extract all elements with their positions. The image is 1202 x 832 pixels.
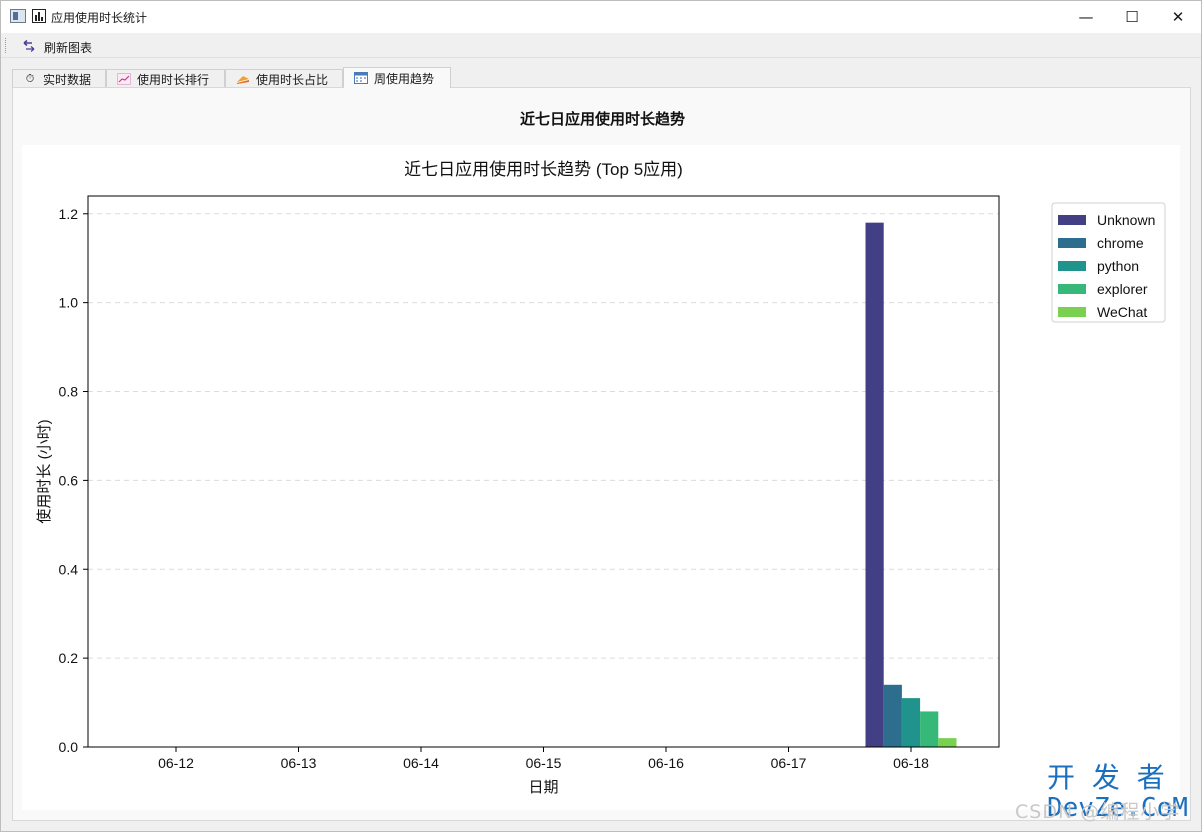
tab-label: 实时数据 (43, 72, 92, 87)
x-tick-label: 06-16 (648, 755, 684, 771)
legend-label-chrome: chrome (1097, 235, 1144, 251)
window-icon (10, 9, 26, 23)
minimize-button[interactable]: — (1063, 1, 1109, 33)
legend-label-explorer: explorer (1097, 281, 1148, 297)
tab-usage-share[interactable]: 使用时长占比 (225, 69, 343, 88)
x-axis-label: 日期 (528, 779, 558, 796)
panel-title: 近七日应用使用时长趋势 (519, 110, 685, 128)
plot-frame (87, 195, 1000, 748)
chart-title: 近七日应用使用时长趋势 (Top 5应用) (404, 159, 683, 179)
bar-chrome-06-18 (883, 684, 902, 747)
y-tick-label: 0.8 (59, 384, 79, 400)
bar-chart-icon (32, 9, 46, 23)
close-button[interactable]: ✕ (1155, 1, 1201, 33)
watermark-brand-top: 开 发 者 (1047, 761, 1165, 794)
legend-label-python: python (1097, 258, 1139, 274)
app-window: 应用使用时长统计 — ☐ ✕ 刷新图表 ⏱ 实时数据 使用时长排行 使用时长占比 (0, 0, 1202, 832)
legend-label-unknown: Unknown (1097, 212, 1155, 228)
x-tick-label: 06-13 (281, 755, 317, 771)
tab-realtime-data[interactable]: ⏱ 实时数据 (12, 69, 106, 88)
watermark-text: CSDN @编程小学 (1015, 801, 1181, 823)
window-title: 应用使用时长统计 (51, 11, 148, 25)
toolbar-grip-handle[interactable] (5, 38, 8, 53)
tab-weekly-trend[interactable]: 周使用趋势 (343, 67, 451, 88)
y-tick-label: 1.2 (59, 206, 79, 222)
bar-unknown-06-18 (865, 222, 884, 748)
line-chart-icon (117, 73, 131, 85)
title-bar[interactable]: 应用使用时长统计 — ☐ ✕ (1, 1, 1201, 33)
refresh-icon[interactable] (22, 39, 36, 53)
tab-label: 周使用趋势 (374, 71, 435, 86)
refresh-chart-button[interactable]: 刷新图表 (44, 39, 92, 56)
x-tick-label: 06-18 (893, 755, 929, 771)
legend-label-wechat: WeChat (1097, 304, 1147, 320)
y-tick-label: 0.6 (59, 472, 79, 488)
bar-explorer-06-18 (920, 711, 939, 747)
maximize-button[interactable]: ☐ (1109, 1, 1155, 33)
y-tick-label: 0.0 (59, 739, 79, 755)
x-tick-label: 06-15 (526, 755, 562, 771)
x-tick-label: 06-12 (158, 755, 194, 771)
legend-swatch-chrome (1058, 238, 1086, 248)
pie-chart-icon (236, 73, 250, 85)
legend-swatch-unknown (1058, 215, 1086, 225)
calendar-icon (354, 72, 368, 84)
toolbar (1, 33, 1201, 58)
y-tick-label: 1.0 (59, 295, 79, 311)
tab-label: 使用时长排行 (137, 72, 210, 87)
legend-swatch-wechat (1058, 307, 1086, 317)
tab-label: 使用时长占比 (256, 72, 329, 87)
stopwatch-icon: ⏱ (25, 72, 35, 85)
bar-wechat-06-18 (938, 738, 957, 747)
y-axis-label: 使用时长 (小时) (36, 419, 53, 523)
tab-usage-ranking[interactable]: 使用时长排行 (106, 69, 225, 88)
chart-figure: 近七日应用使用时长趋势 (Top 5应用) 0.0 0.2 0.4 0.6 0.8 1.0 1… (22, 145, 1180, 810)
y-tick-label: 0.4 (59, 561, 79, 577)
y-tick-label: 0.2 (59, 650, 79, 666)
bar-python-06-18 (901, 698, 921, 747)
legend-swatch-python (1058, 261, 1086, 271)
x-tick-label: 06-14 (403, 755, 439, 771)
bar-chart: 近七日应用使用时长趋势 (Top 5应用) 0.0 0.2 0.4 0.6 0.8 1.0 1… (36, 159, 1166, 796)
legend-swatch-explorer (1058, 284, 1086, 294)
x-tick-label: 06-17 (771, 755, 807, 771)
